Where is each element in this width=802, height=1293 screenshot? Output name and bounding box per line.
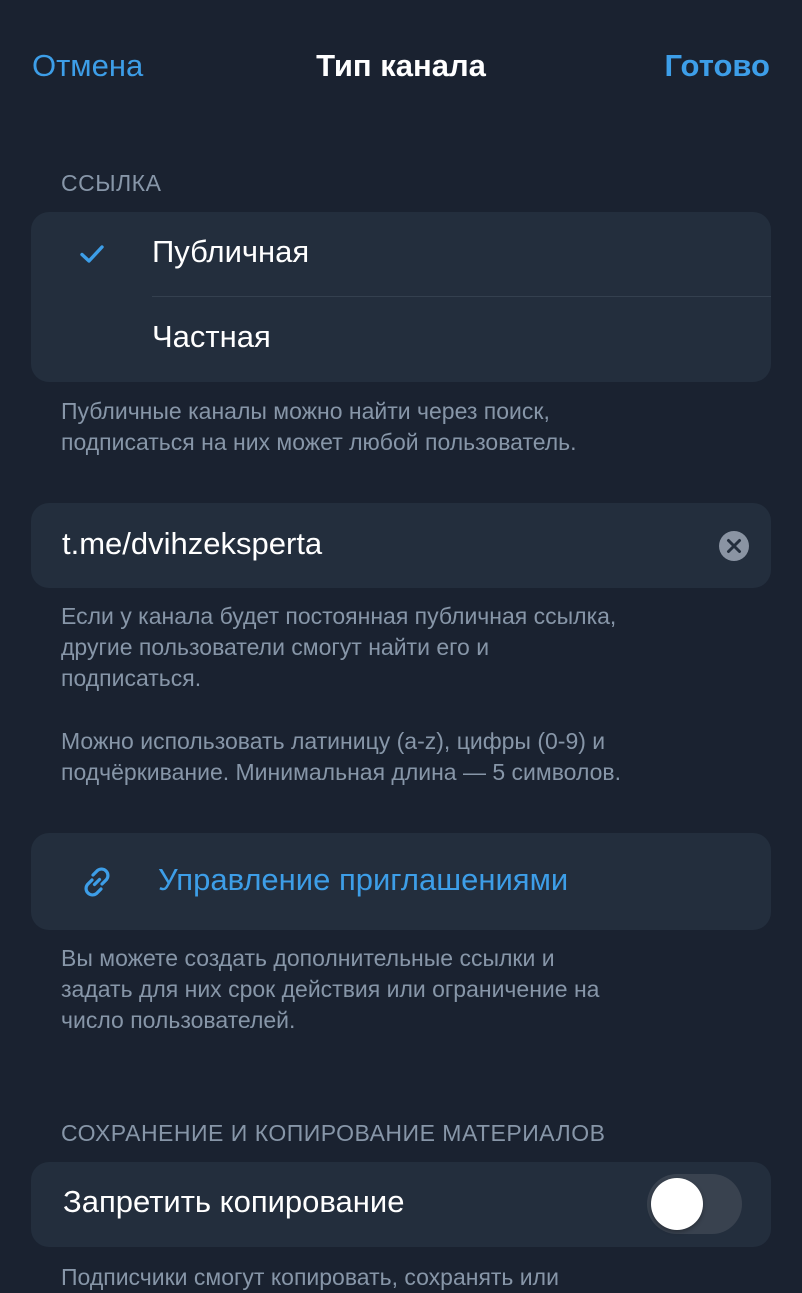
clear-icon[interactable] bbox=[718, 530, 750, 562]
toggle-knob bbox=[651, 1178, 703, 1230]
option-public[interactable]: Публичная bbox=[31, 212, 771, 297]
restrict-copy-toggle[interactable] bbox=[647, 1174, 742, 1234]
link-rules-footer: Можно использовать латиницу (a-z), цифры… bbox=[61, 728, 622, 785]
link-section-header: ССЫЛКА bbox=[61, 170, 162, 196]
invites-footer: Вы можете создать дополнительные ссылки … bbox=[61, 945, 600, 1033]
link-icon bbox=[84, 867, 110, 897]
restrict-copy-card: Запретить копирование bbox=[31, 1162, 771, 1247]
restrict-copy-label: Запретить копирование bbox=[63, 1184, 405, 1219]
content-footer: Подписчики смогут копировать, сохранять … bbox=[61, 1264, 559, 1290]
done-button[interactable]: Готово bbox=[665, 46, 771, 86]
option-private[interactable]: Частная bbox=[31, 297, 771, 382]
checkmark-icon bbox=[80, 245, 104, 263]
public-link-input[interactable]: t.me/dvihzeksperta bbox=[62, 526, 322, 562]
link-field-card: t.me/dvihzeksperta bbox=[31, 503, 771, 588]
manage-invites-label: Управление приглашениями bbox=[158, 862, 569, 897]
navigation-bar: Отмена Тип канала Готово bbox=[0, 0, 802, 130]
manage-invites-button[interactable]: Управление приглашениями bbox=[31, 833, 771, 930]
link-type-card: Публичная Частная bbox=[31, 212, 771, 382]
option-private-label: Частная bbox=[152, 319, 271, 354]
option-public-label: Публичная bbox=[152, 234, 310, 269]
content-section-header: СОХРАНЕНИЕ И КОПИРОВАНИЕ МАТЕРИАЛОВ bbox=[61, 1120, 606, 1146]
link-type-footer: Публичные каналы можно найти через поиск… bbox=[61, 398, 577, 455]
link-field-footer: Если у канала будет постоянная публичная… bbox=[61, 603, 617, 691]
